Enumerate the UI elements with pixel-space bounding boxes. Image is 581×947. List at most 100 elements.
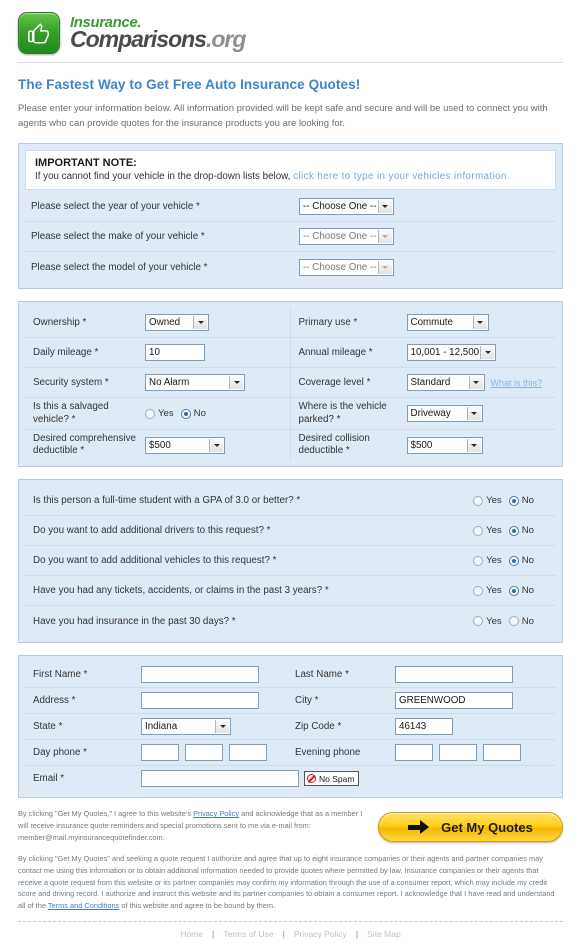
security-system-value: No Alarm bbox=[149, 377, 190, 389]
question-no-label: No bbox=[521, 615, 534, 627]
vehicle-parked-value: Driveway bbox=[410, 408, 451, 420]
vehicle-parked-row: Where is the vehicle parked? * Driveway bbox=[290, 398, 556, 430]
radio-icon[interactable] bbox=[473, 555, 484, 566]
daily-mileage-row: Daily mileage * bbox=[25, 338, 290, 369]
question-yes-label: Yes bbox=[486, 585, 502, 597]
annual-mileage-select[interactable]: 10,001 - 12,500 bbox=[406, 344, 497, 362]
salvaged-radio-group: Yes No bbox=[145, 408, 206, 419]
coverage-help-link[interactable]: What is this? bbox=[491, 378, 543, 388]
zip-input[interactable] bbox=[395, 718, 453, 736]
question-yes-option[interactable]: Yes bbox=[473, 585, 502, 596]
evening-phone-line-input[interactable] bbox=[483, 744, 521, 762]
vehicle-model-row: Please select the model of your vehicle … bbox=[25, 252, 556, 282]
question-no-label: No bbox=[521, 525, 534, 537]
salvaged-yes-option[interactable]: Yes bbox=[145, 408, 174, 419]
coverage-level-label: Coverage level * bbox=[298, 376, 371, 388]
radio-icon[interactable] bbox=[508, 585, 519, 596]
city-input[interactable] bbox=[395, 692, 513, 710]
last-name-input[interactable] bbox=[395, 666, 513, 684]
header-divider bbox=[18, 62, 563, 63]
vehicle-model-select[interactable]: -- Choose One -- bbox=[299, 258, 394, 276]
radio-icon[interactable] bbox=[473, 616, 484, 627]
footer-link-home[interactable]: Home bbox=[180, 929, 203, 939]
no-spam-label: No Spam bbox=[319, 773, 355, 784]
radio-icon[interactable] bbox=[508, 525, 519, 536]
question-yes-label: Yes bbox=[486, 525, 502, 537]
intro-text: Please enter your information below. All… bbox=[18, 103, 548, 129]
vehicle-year-label: Please select the year of your vehicle * bbox=[31, 201, 200, 213]
question-radio-group: Yes No bbox=[473, 555, 534, 566]
vehicle-make-select[interactable]: -- Choose One -- bbox=[299, 228, 394, 246]
address-input[interactable] bbox=[141, 692, 259, 710]
vehicle-parked-label: Where is the vehicle parked? * bbox=[298, 401, 387, 425]
evening-phone-prefix-input[interactable] bbox=[439, 744, 477, 762]
evening-phone-area-input[interactable] bbox=[395, 744, 433, 762]
chevron-down-icon bbox=[377, 260, 392, 274]
question-no-option[interactable]: No bbox=[508, 585, 534, 596]
phone-row: Day phone * Evening phone bbox=[25, 740, 556, 767]
question-radio-group: Yes No bbox=[473, 495, 534, 506]
question-label: Have you had any tickets, accidents, or … bbox=[33, 585, 329, 597]
question-no-option[interactable]: No bbox=[508, 525, 534, 537]
radio-icon[interactable] bbox=[473, 525, 484, 536]
radio-icon[interactable] bbox=[180, 408, 191, 419]
ownership-row: Ownership * Owned bbox=[25, 308, 290, 339]
day-phone-prefix-input[interactable] bbox=[185, 744, 223, 762]
chevron-down-icon bbox=[468, 376, 483, 390]
name-row: First Name * Last Name * bbox=[25, 662, 556, 689]
question-radio-group: Yes No bbox=[473, 525, 534, 536]
footer-link-privacy-policy[interactable]: Privacy Policy bbox=[294, 929, 347, 939]
day-phone-area-input[interactable] bbox=[141, 744, 179, 762]
zip-field: Zip Code * bbox=[295, 718, 453, 736]
get-my-quotes-button[interactable]: Get My Quotes bbox=[378, 812, 563, 843]
question-yes-option[interactable]: Yes bbox=[473, 495, 502, 506]
comprehensive-deductible-select[interactable]: $500 bbox=[145, 436, 225, 454]
radio-icon[interactable] bbox=[508, 495, 519, 506]
question-no-option[interactable]: No bbox=[508, 615, 534, 627]
radio-icon[interactable] bbox=[473, 585, 484, 596]
day-phone-label: Day phone * bbox=[33, 747, 87, 759]
radio-icon[interactable] bbox=[508, 555, 519, 566]
logo[interactable]: Insurance. Comparisons.org bbox=[18, 10, 563, 56]
type-vehicle-info-link[interactable]: click here to type in your vehicles info… bbox=[293, 171, 510, 182]
ownership-select[interactable]: Owned bbox=[145, 314, 209, 332]
state-field: State * Indiana bbox=[33, 718, 295, 736]
terms-and-conditions-link[interactable]: Terms and Conditions bbox=[48, 901, 119, 910]
evening-phone-field: Evening phone bbox=[295, 744, 527, 762]
radio-icon[interactable] bbox=[145, 408, 155, 419]
day-phone-line-input[interactable] bbox=[229, 744, 267, 762]
state-select[interactable]: Indiana bbox=[141, 718, 231, 736]
daily-mileage-input[interactable] bbox=[145, 344, 205, 362]
footer-link-terms-of-use[interactable]: Terms of Use bbox=[223, 929, 273, 939]
question-radio-group: Yes No bbox=[473, 616, 534, 627]
salvaged-no-option[interactable]: No bbox=[180, 408, 206, 419]
question-radio-group: Yes No bbox=[473, 585, 534, 596]
primary-use-select[interactable]: Commute bbox=[406, 314, 489, 332]
state-zip-row: State * Indiana Zip Code * bbox=[25, 714, 556, 741]
first-name-field: First Name * bbox=[33, 666, 295, 684]
question-yes-option[interactable]: Yes bbox=[473, 555, 502, 566]
first-name-input[interactable] bbox=[141, 666, 259, 684]
question-yes-option[interactable]: Yes bbox=[473, 525, 502, 536]
radio-icon[interactable] bbox=[508, 616, 519, 627]
chevron-down-icon bbox=[229, 376, 243, 390]
security-system-select[interactable]: No Alarm bbox=[145, 374, 245, 392]
collision-deductible-select[interactable]: $500 bbox=[406, 436, 483, 454]
legal-section: Get My Quotes By clicking "Get My Quotes… bbox=[18, 808, 563, 912]
vehicle-panel: IMPORTANT NOTE: If you cannot find your … bbox=[18, 143, 563, 290]
question-no-option[interactable]: No bbox=[508, 495, 534, 506]
question-yes-option[interactable]: Yes bbox=[473, 616, 502, 627]
vehicle-model-label: Please select the model of your vehicle … bbox=[31, 261, 208, 273]
coverage-level-select[interactable]: Standard bbox=[406, 374, 485, 392]
email-input[interactable] bbox=[141, 770, 299, 788]
radio-icon[interactable] bbox=[473, 495, 484, 506]
zip-label: Zip Code * bbox=[295, 721, 342, 733]
vehicle-year-select[interactable]: -- Choose One -- bbox=[299, 198, 394, 216]
privacy-policy-link[interactable]: Privacy Policy bbox=[193, 809, 239, 818]
footer-link-site-map[interactable]: Site Map bbox=[367, 929, 401, 939]
chevron-down-icon bbox=[472, 316, 487, 330]
legal-paragraph-1: By clicking "Get My Quotes," I agree to … bbox=[18, 808, 368, 844]
important-note: IMPORTANT NOTE: If you cannot find your … bbox=[25, 150, 556, 191]
vehicle-parked-select[interactable]: Driveway bbox=[406, 405, 483, 423]
question-no-option[interactable]: No bbox=[508, 555, 534, 566]
